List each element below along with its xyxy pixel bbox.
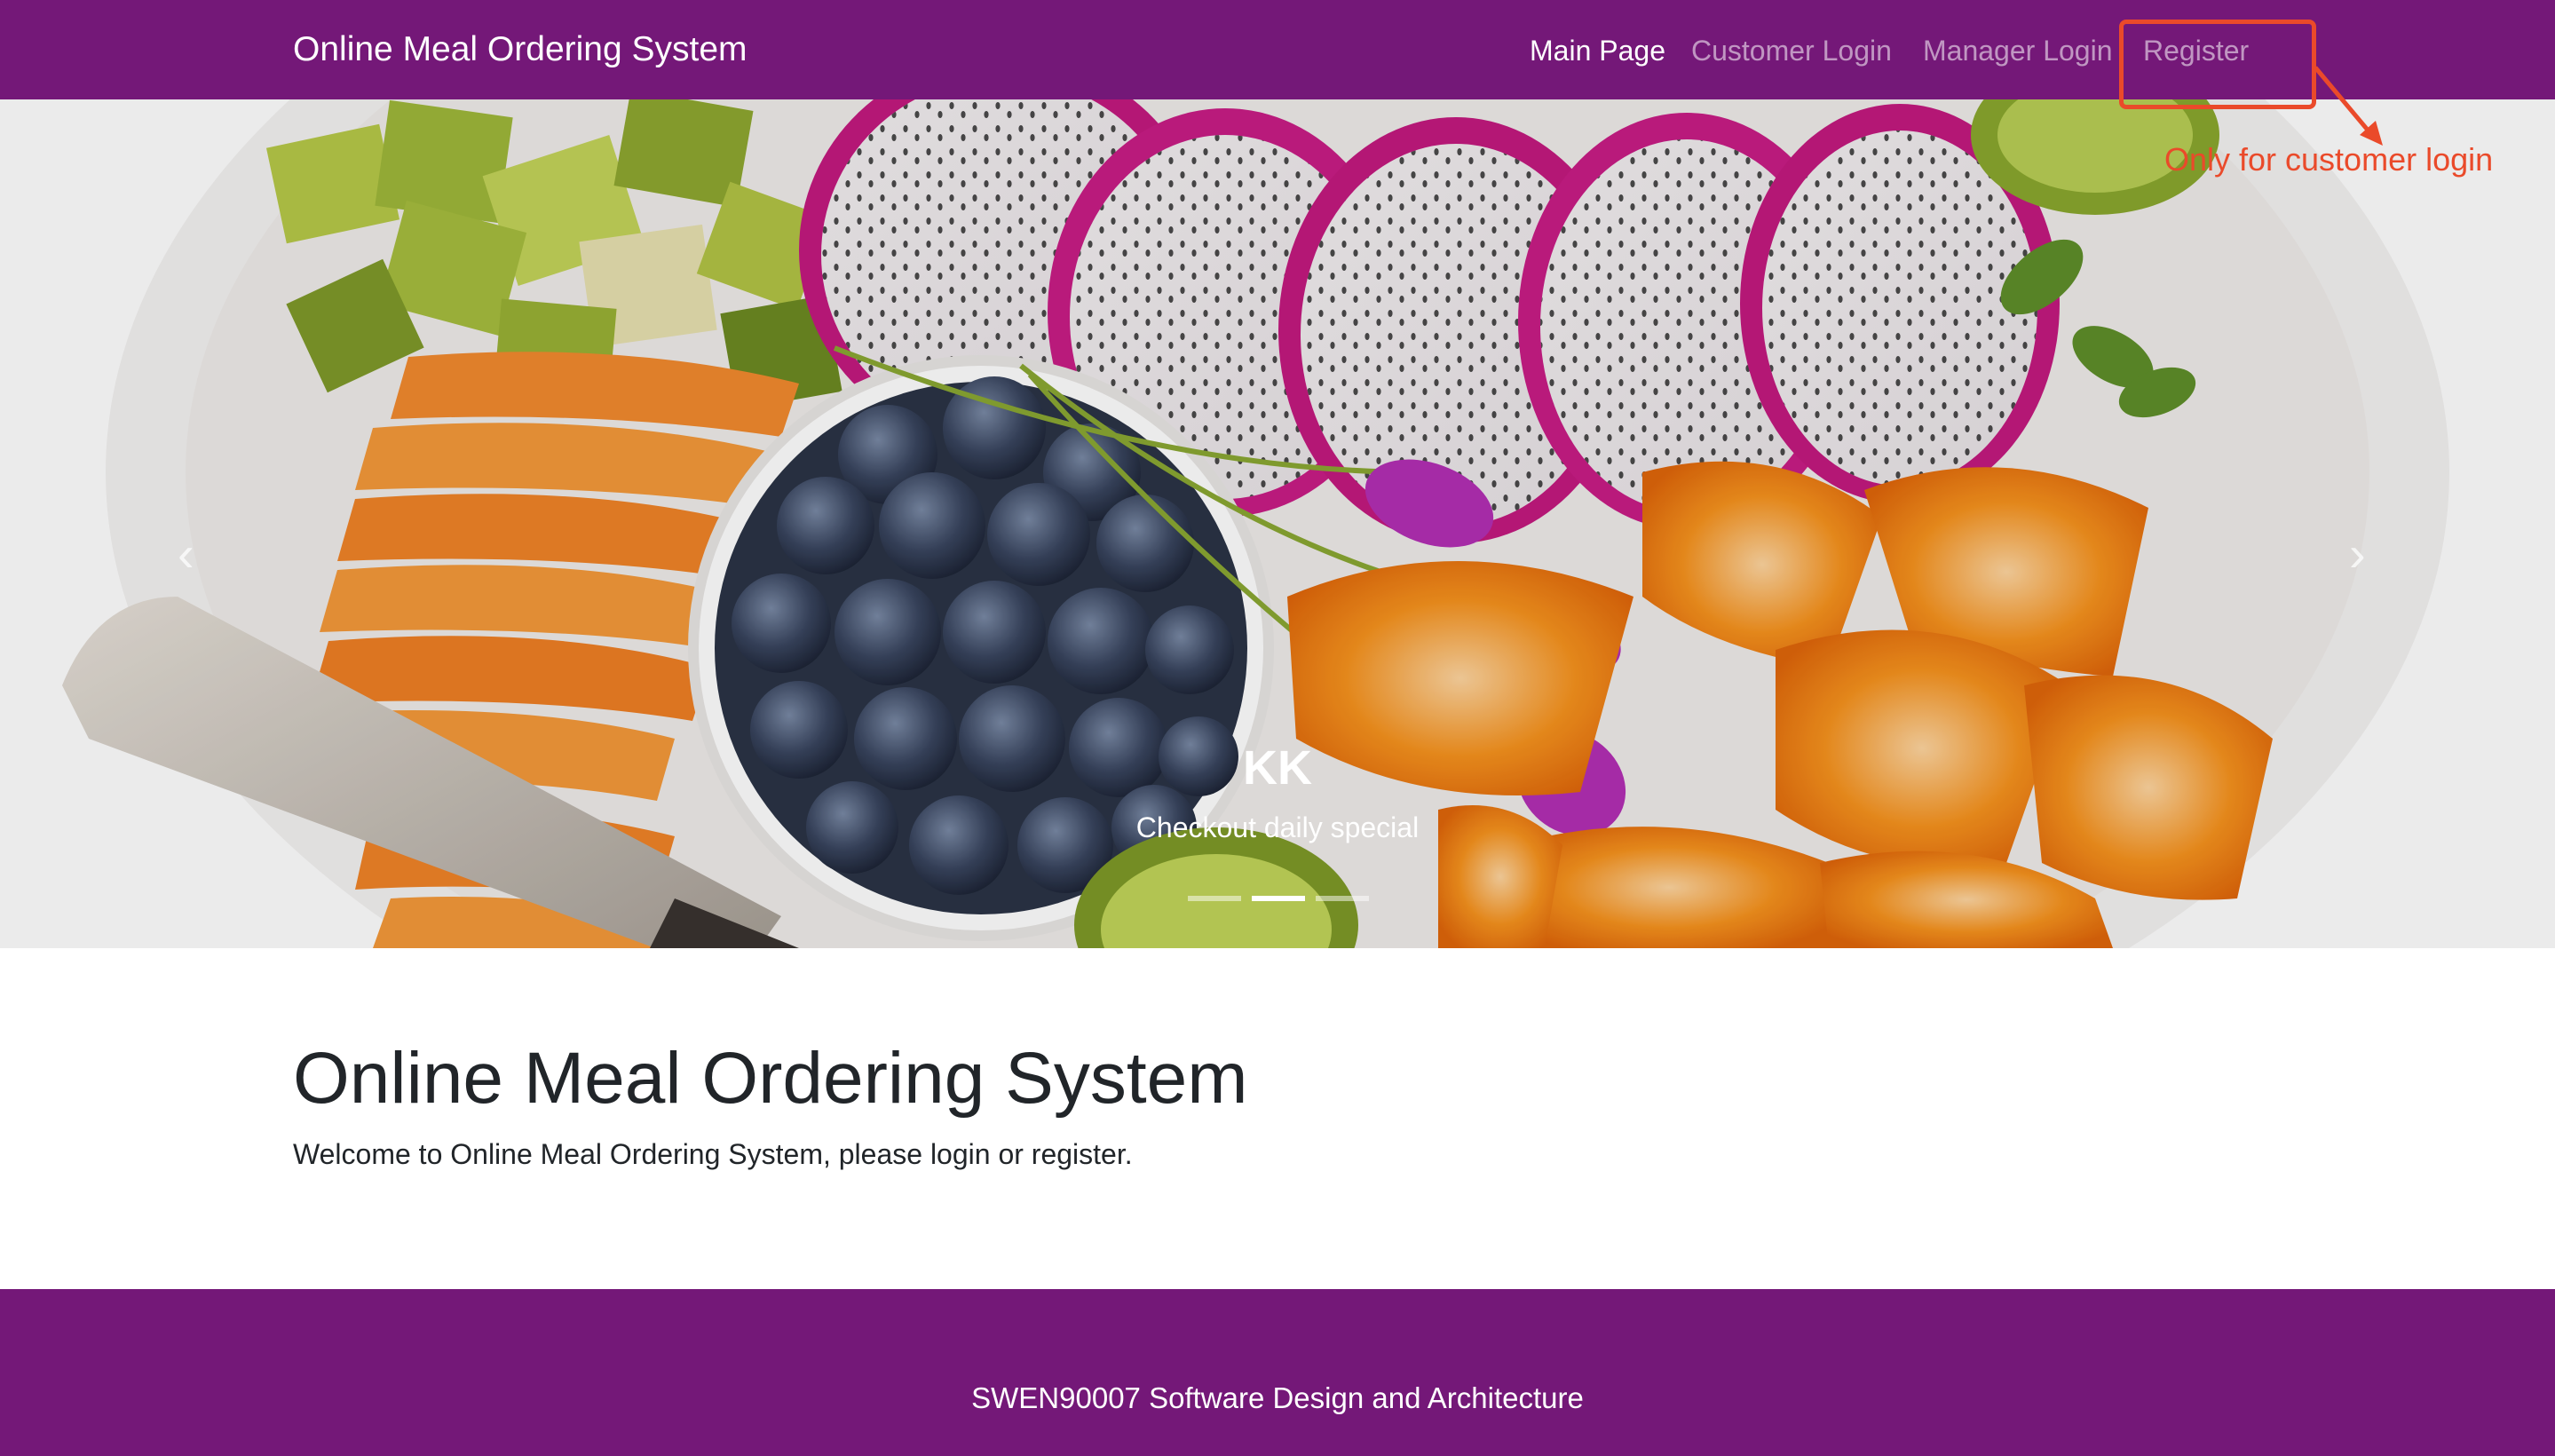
nav-manager-login[interactable]: Manager Login [1923,30,2112,71]
footer-text: SWEN90007 Software Design and Architectu… [971,1381,1584,1414]
carousel-indicator[interactable] [1316,896,1369,901]
hero-carousel[interactable]: ‹ › KK Checkout daily special [0,99,2555,948]
brand-title[interactable]: Online Meal Ordering System [293,27,748,73]
carousel-indicators [1188,896,1369,905]
chevron-left-icon[interactable]: ‹ [178,529,194,579]
carousel-caption-text: Checkout daily special [1135,811,1420,843]
annotation-note: Only for customer login [2164,141,2494,178]
footer: SWEN90007 Software Design and Architectu… [0,1289,2555,1456]
carousel-indicator[interactable] [1188,896,1241,901]
annotation-highlight-box [2119,20,2316,109]
page-title: Online Meal Ordering System [293,1038,1248,1119]
carousel-caption-title: KK [1243,741,1312,795]
carousel-indicator-active[interactable] [1252,896,1305,901]
nav-main-page[interactable]: Main Page [1530,30,1665,71]
nav-customer-login[interactable]: Customer Login [1691,30,1892,71]
chevron-right-icon[interactable]: › [2349,529,2366,579]
welcome-text: Welcome to Online Meal Ordering System, … [293,1138,1133,1170]
